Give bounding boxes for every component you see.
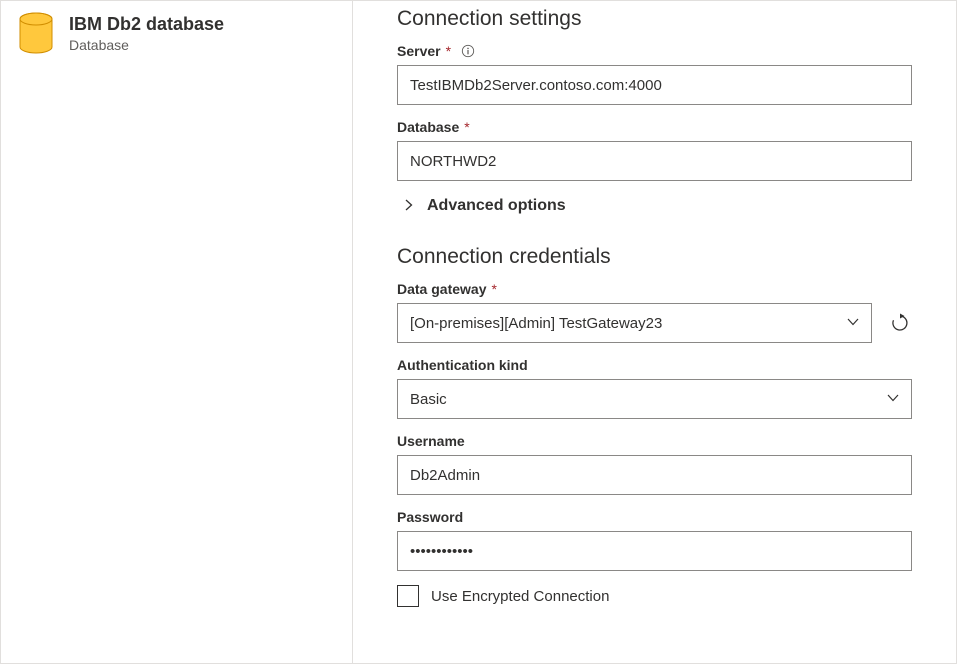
required-indicator: *: [464, 119, 469, 135]
connector-text: IBM Db2 database Database: [69, 11, 224, 56]
password-field-group: Password: [397, 509, 912, 571]
auth-kind-select-value: Basic: [410, 391, 447, 408]
connection-dialog: IBM Db2 database Database Connection set…: [0, 0, 957, 664]
auth-kind-field-group: Authentication kind Basic: [397, 357, 912, 419]
database-label-text: Database: [397, 119, 459, 135]
connector-summary: IBM Db2 database Database: [1, 1, 353, 663]
username-label: Username: [397, 433, 912, 449]
username-input[interactable]: [397, 455, 912, 495]
advanced-options-toggle[interactable]: Advanced options: [403, 197, 912, 215]
gateway-select-value: [On-premises][Admin] TestGateway23: [410, 315, 662, 332]
settings-heading: Connection settings: [397, 7, 912, 31]
username-field-group: Username: [397, 433, 912, 495]
server-label-text: Server: [397, 43, 441, 59]
auth-kind-select[interactable]: Basic: [397, 379, 912, 419]
encrypted-checkbox-label[interactable]: Use Encrypted Connection: [431, 588, 609, 605]
encrypted-checkbox[interactable]: [397, 585, 419, 607]
refresh-button[interactable]: [888, 311, 912, 335]
server-field-group: Server *: [397, 43, 912, 105]
password-input[interactable]: [397, 531, 912, 571]
connector-title: IBM Db2 database: [69, 13, 224, 36]
server-label: Server *: [397, 43, 912, 59]
database-field-group: Database *: [397, 119, 912, 181]
form-panel: Connection settings Server * Database *: [353, 1, 956, 663]
gateway-field-group: Data gateway * [On-premises][Admin] Test…: [397, 281, 912, 343]
connector-subtitle: Database: [69, 36, 224, 56]
refresh-icon: [890, 313, 910, 333]
chevron-right-icon: [403, 198, 415, 214]
gateway-select[interactable]: [On-premises][Admin] TestGateway23: [397, 303, 872, 343]
database-label: Database *: [397, 119, 912, 135]
password-label: Password: [397, 509, 912, 525]
gateway-label-text: Data gateway: [397, 281, 486, 297]
server-input[interactable]: [397, 65, 912, 105]
credentials-heading: Connection credentials: [397, 245, 912, 269]
database-icon: [17, 11, 55, 55]
required-indicator: *: [491, 281, 496, 297]
encrypted-checkbox-row: Use Encrypted Connection: [397, 585, 912, 607]
auth-kind-label: Authentication kind: [397, 357, 912, 373]
required-indicator: *: [446, 43, 451, 59]
info-icon[interactable]: [461, 44, 475, 58]
gateway-label: Data gateway *: [397, 281, 912, 297]
advanced-options-label: Advanced options: [427, 197, 566, 215]
database-input[interactable]: [397, 141, 912, 181]
